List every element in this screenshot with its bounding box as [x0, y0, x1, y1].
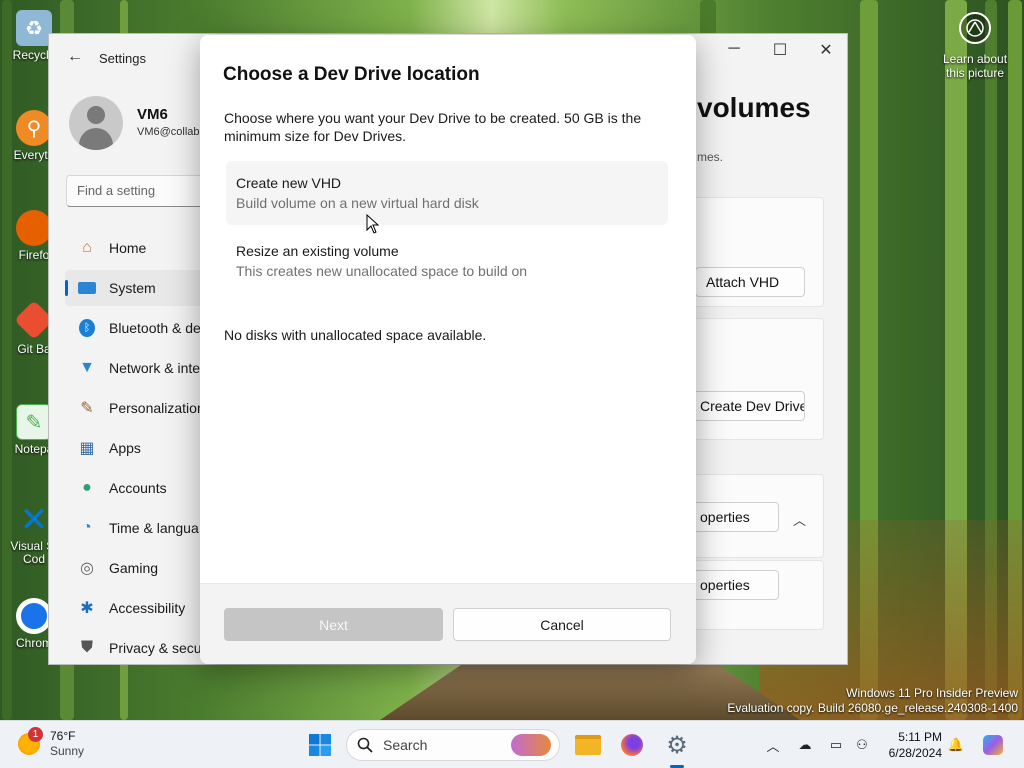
home-icon: ⌂ — [82, 239, 92, 256]
camera-lens-icon — [959, 12, 991, 44]
search-icon — [357, 737, 373, 753]
chevron-up-icon[interactable]: ︿ — [793, 510, 806, 529]
properties-button-1[interactable]: operties — [689, 502, 779, 532]
notification-badge: 1 — [28, 727, 43, 742]
recycle-bin-icon: ♻ — [16, 10, 52, 46]
windows-logo-icon — [309, 734, 331, 756]
system-icon — [77, 278, 97, 298]
nav-item-gaming[interactable]: ◎ Gaming — [65, 550, 205, 586]
back-arrow-icon[interactable]: ← — [67, 48, 83, 66]
nav-item-accounts[interactable]: ● Accounts — [65, 470, 205, 506]
chevron-up-icon[interactable]: ︿ — [763, 735, 783, 755]
mouse-cursor-icon — [366, 214, 380, 234]
start-button[interactable] — [304, 729, 336, 761]
minimize-icon[interactable]: ─ — [719, 40, 749, 58]
nav-item-time-language[interactable]: ◔ Time & langua — [65, 510, 205, 546]
nav-item-bluetooth[interactable]: ᛒ Bluetooth & de — [65, 310, 205, 346]
apps-icon: ▦ — [79, 440, 95, 457]
firefox-icon — [16, 210, 52, 246]
monitor-icon[interactable]: ▭ — [826, 735, 846, 755]
bell-icon[interactable]: 🔔 — [946, 735, 966, 755]
avatar[interactable] — [69, 96, 123, 150]
no-disks-message: No disks with unallocated space availabl… — [224, 327, 487, 343]
user-name: VM6 — [137, 106, 168, 123]
firefox-taskbar-button[interactable] — [616, 729, 648, 761]
page-subtitle: mes. — [697, 150, 724, 164]
gear-icon: ⚙ — [666, 731, 688, 759]
file-explorer-button[interactable] — [572, 729, 604, 761]
vscode-icon: ✕ — [19, 501, 49, 539]
maximize-icon[interactable]: ☐ — [765, 40, 795, 60]
chrome-icon — [16, 598, 52, 634]
copilot-icon[interactable] — [982, 735, 1004, 755]
find-setting-input[interactable]: Find a setting — [66, 175, 206, 207]
nav-item-privacy[interactable]: ⛊ Privacy & secu — [65, 630, 205, 666]
dev-drive-location-dialog: Choose a Dev Drive location Choose where… — [200, 35, 696, 664]
weather-temp: 76°F — [50, 729, 76, 743]
nav-item-network[interactable]: ▼ Network & inte — [65, 350, 205, 386]
accessibility-icon: ✱ — [80, 600, 94, 617]
shield-icon: ⛊ — [80, 639, 93, 656]
learn-about-line2: this picture — [945, 66, 1005, 80]
firefox-icon — [621, 734, 643, 756]
user-email: VM6@collab — [137, 126, 200, 138]
search-highlight-icon — [511, 734, 551, 756]
taskbar: 1 76°F Sunny Search ⚙ ︿ ☁ ▭ ⚇ 5:11 PM 6/… — [0, 720, 1024, 768]
close-icon[interactable]: ✕ — [811, 40, 841, 60]
sun-icon: 1 — [18, 727, 43, 755]
dialog-description: Choose where you want your Dev Drive to … — [224, 110, 642, 144]
weather-condition: Sunny — [50, 744, 85, 758]
nav-item-personalization[interactable]: ✎ Personalization — [65, 390, 205, 426]
network-status-icon[interactable]: ⚇ — [852, 735, 872, 755]
settings-title: Settings — [99, 51, 146, 66]
notepad-icon: ✎ — [16, 404, 52, 440]
nav-item-system[interactable]: System — [65, 270, 205, 306]
taskbar-clock[interactable]: 5:11 PM 6/28/2024 — [880, 729, 942, 761]
taskbar-search-input[interactable]: Search — [346, 729, 560, 761]
folder-icon — [575, 735, 601, 755]
nav-item-home[interactable]: ⌂ Home — [65, 230, 205, 266]
windows-watermark: Windows 11 Pro Insider Preview Evaluatio… — [727, 686, 1018, 715]
brush-icon: ✎ — [80, 400, 94, 417]
next-button[interactable]: Next — [224, 608, 443, 641]
attach-vhd-button[interactable]: Attach VHD — [695, 267, 805, 297]
properties-button-2[interactable]: operties — [689, 570, 779, 600]
page-title: volumes — [697, 92, 811, 123]
time-language-icon: ◔ — [82, 519, 92, 536]
weather-widget[interactable]: 1 76°F Sunny — [18, 727, 85, 759]
option-resize-existing-volume[interactable]: Resize an existing volume This creates n… — [226, 229, 668, 293]
gaming-icon: ◎ — [80, 560, 94, 577]
create-dev-drive-button[interactable]: Create Dev Drive — [689, 391, 805, 421]
nav-item-accessibility[interactable]: ✱ Accessibility — [65, 590, 205, 626]
nav-item-apps[interactable]: ▦ Apps — [65, 430, 205, 466]
settings-taskbar-button[interactable]: ⚙ — [661, 729, 693, 761]
option-create-new-vhd[interactable]: Create new VHD Build volume on a new vir… — [226, 161, 668, 225]
learn-about-picture[interactable]: Learn about this picture — [934, 12, 1016, 80]
everything-search-icon: ⚲ — [16, 110, 52, 146]
cloud-offline-icon[interactable]: ☁ — [795, 735, 815, 755]
network-icon: ▼ — [79, 359, 95, 376]
accounts-icon: ● — [82, 479, 92, 496]
bluetooth-icon: ᛒ — [79, 319, 95, 337]
cancel-button[interactable]: Cancel — [453, 608, 671, 641]
dev-drive-card — [689, 318, 824, 440]
learn-about-line1: Learn about — [942, 52, 1008, 66]
dialog-title: Choose a Dev Drive location — [223, 64, 480, 85]
dialog-footer: Next Cancel — [200, 583, 696, 664]
